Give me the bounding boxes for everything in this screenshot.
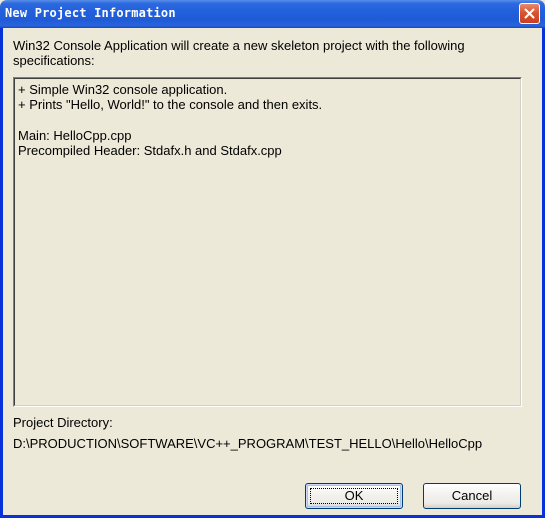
ok-button-label: OK [344, 488, 364, 503]
title-bar[interactable]: New Project Information [0, 0, 545, 28]
ok-button[interactable]: OK [305, 483, 403, 509]
window-frame-left [0, 28, 3, 518]
spec-line: Main: HelloCpp.cpp [18, 128, 132, 143]
window-title: New Project Information [5, 6, 176, 20]
project-directory-label: Project Directory: [13, 415, 113, 430]
specifications-panel: + Simple Win32 console application. + Pr… [14, 78, 521, 406]
spec-line: Precompiled Header: Stdafx.h and Stdafx.… [18, 143, 282, 158]
close-button[interactable] [519, 3, 540, 24]
spec-line: + Simple Win32 console application. [18, 82, 228, 97]
dialog-window: New Project Information Win32 Console Ap… [0, 0, 545, 518]
cancel-button[interactable]: Cancel [423, 483, 521, 509]
project-directory-value: D:\PRODUCTION\SOFTWARE\VC++_PROGRAM\TEST… [13, 436, 483, 451]
spec-line: + Prints "Hello, World!" to the console … [18, 97, 323, 112]
specifications-box: + Simple Win32 console application. + Pr… [13, 77, 522, 407]
intro-text: Win32 Console Application will create a … [13, 38, 465, 68]
close-icon [524, 8, 535, 19]
